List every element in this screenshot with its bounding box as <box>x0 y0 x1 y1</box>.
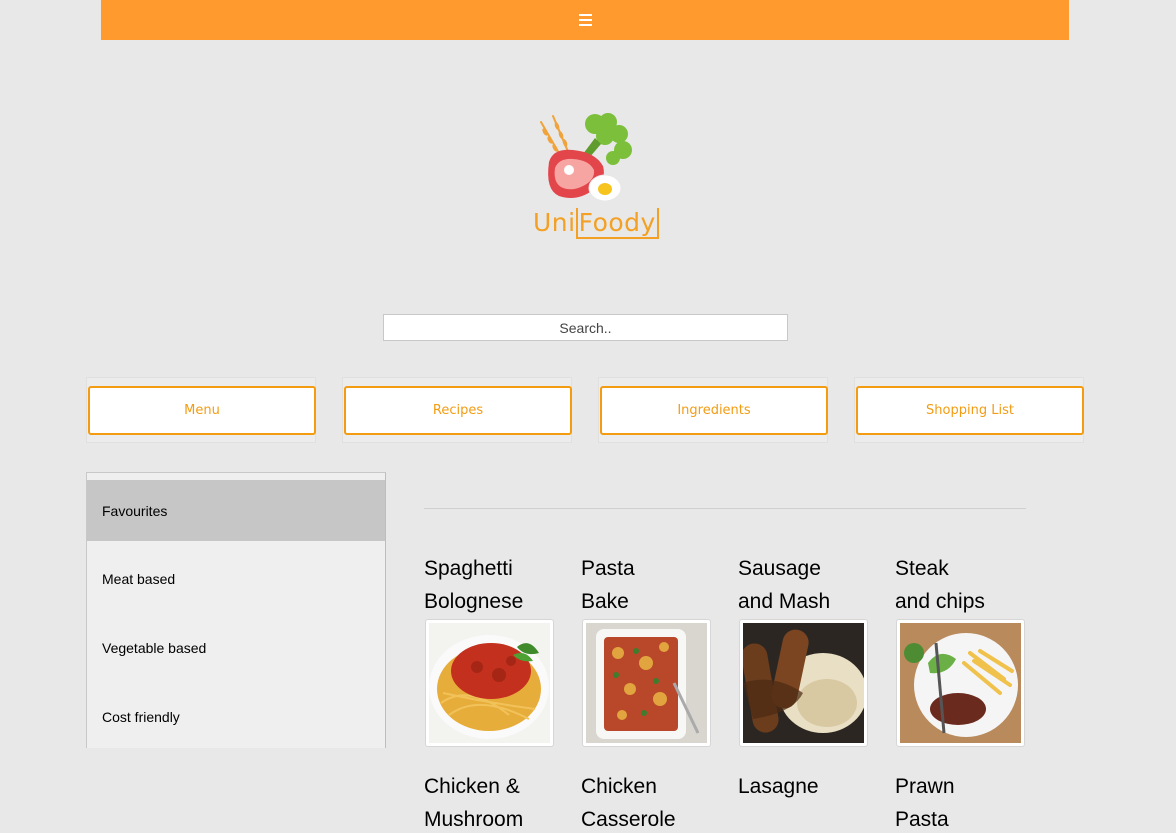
brand-name: Uni Foody <box>533 208 659 239</box>
sidebar-item-cost-friendly[interactable]: Cost friendly <box>87 686 385 747</box>
recipe-title: Prawn Pasta <box>895 775 955 831</box>
recipe-title: Lasagne <box>738 775 819 798</box>
content-divider <box>424 508 1026 509</box>
recipe-title: Chicken & Mushroom <box>424 775 524 831</box>
nav-menu-container: Menu <box>86 377 316 443</box>
nav-recipes-container: Recipes <box>342 377 572 443</box>
recipe-card[interactable]: Spaghetti Bolognese <box>424 552 554 618</box>
search-input[interactable] <box>383 314 788 341</box>
recipe-card[interactable]: Sausage and Mash <box>738 552 868 618</box>
sidebar-item-favourites[interactable]: Favourites <box>87 480 385 541</box>
shopping-list-button[interactable]: Shopping List <box>856 386 1084 435</box>
recipe-image-pasta-bake[interactable] <box>582 619 711 747</box>
hamburger-icon[interactable] <box>578 14 592 26</box>
category-sidebar: Favourites Meat based Vegetable based Co… <box>86 472 386 748</box>
recipe-image-spaghetti-bolognese[interactable] <box>425 619 554 747</box>
recipes-button[interactable]: Recipes <box>344 386 572 435</box>
recipe-card[interactable]: Lasagne <box>738 770 868 803</box>
recipe-title: Chicken Casserole <box>581 775 676 831</box>
recipe-card[interactable]: Pasta Bake <box>581 552 711 618</box>
recipe-title: Spaghetti Bolognese <box>424 557 524 613</box>
nav-ingredients-container: Ingredients <box>598 377 828 443</box>
food-logo-icon <box>540 113 632 202</box>
top-navbar <box>101 0 1069 40</box>
recipe-image-sausage-and-mash[interactable] <box>739 619 868 747</box>
ingredients-button[interactable]: Ingredients <box>600 386 828 435</box>
recipe-title: Sausage and Mash <box>738 557 831 613</box>
recipe-title: Steak and chips <box>895 557 985 613</box>
recipe-card[interactable]: Chicken & Mushroom <box>424 770 554 833</box>
menu-button[interactable]: Menu <box>88 386 316 435</box>
sidebar-item-meat-based[interactable]: Meat based <box>87 548 385 609</box>
recipe-title: Pasta Bake <box>581 557 635 613</box>
nav-shopping-list-container: Shopping List <box>854 377 1084 443</box>
recipe-card[interactable]: Steak and chips <box>895 552 1025 618</box>
recipe-card[interactable]: Prawn Pasta <box>895 770 1025 833</box>
unifoody-logo[interactable]: Uni Foody <box>533 110 659 248</box>
recipe-image-steak-and-chips[interactable] <box>896 619 1025 747</box>
sidebar-item-vegetable-based[interactable]: Vegetable based <box>87 617 385 678</box>
recipe-card[interactable]: Chicken Casserole <box>581 770 711 833</box>
